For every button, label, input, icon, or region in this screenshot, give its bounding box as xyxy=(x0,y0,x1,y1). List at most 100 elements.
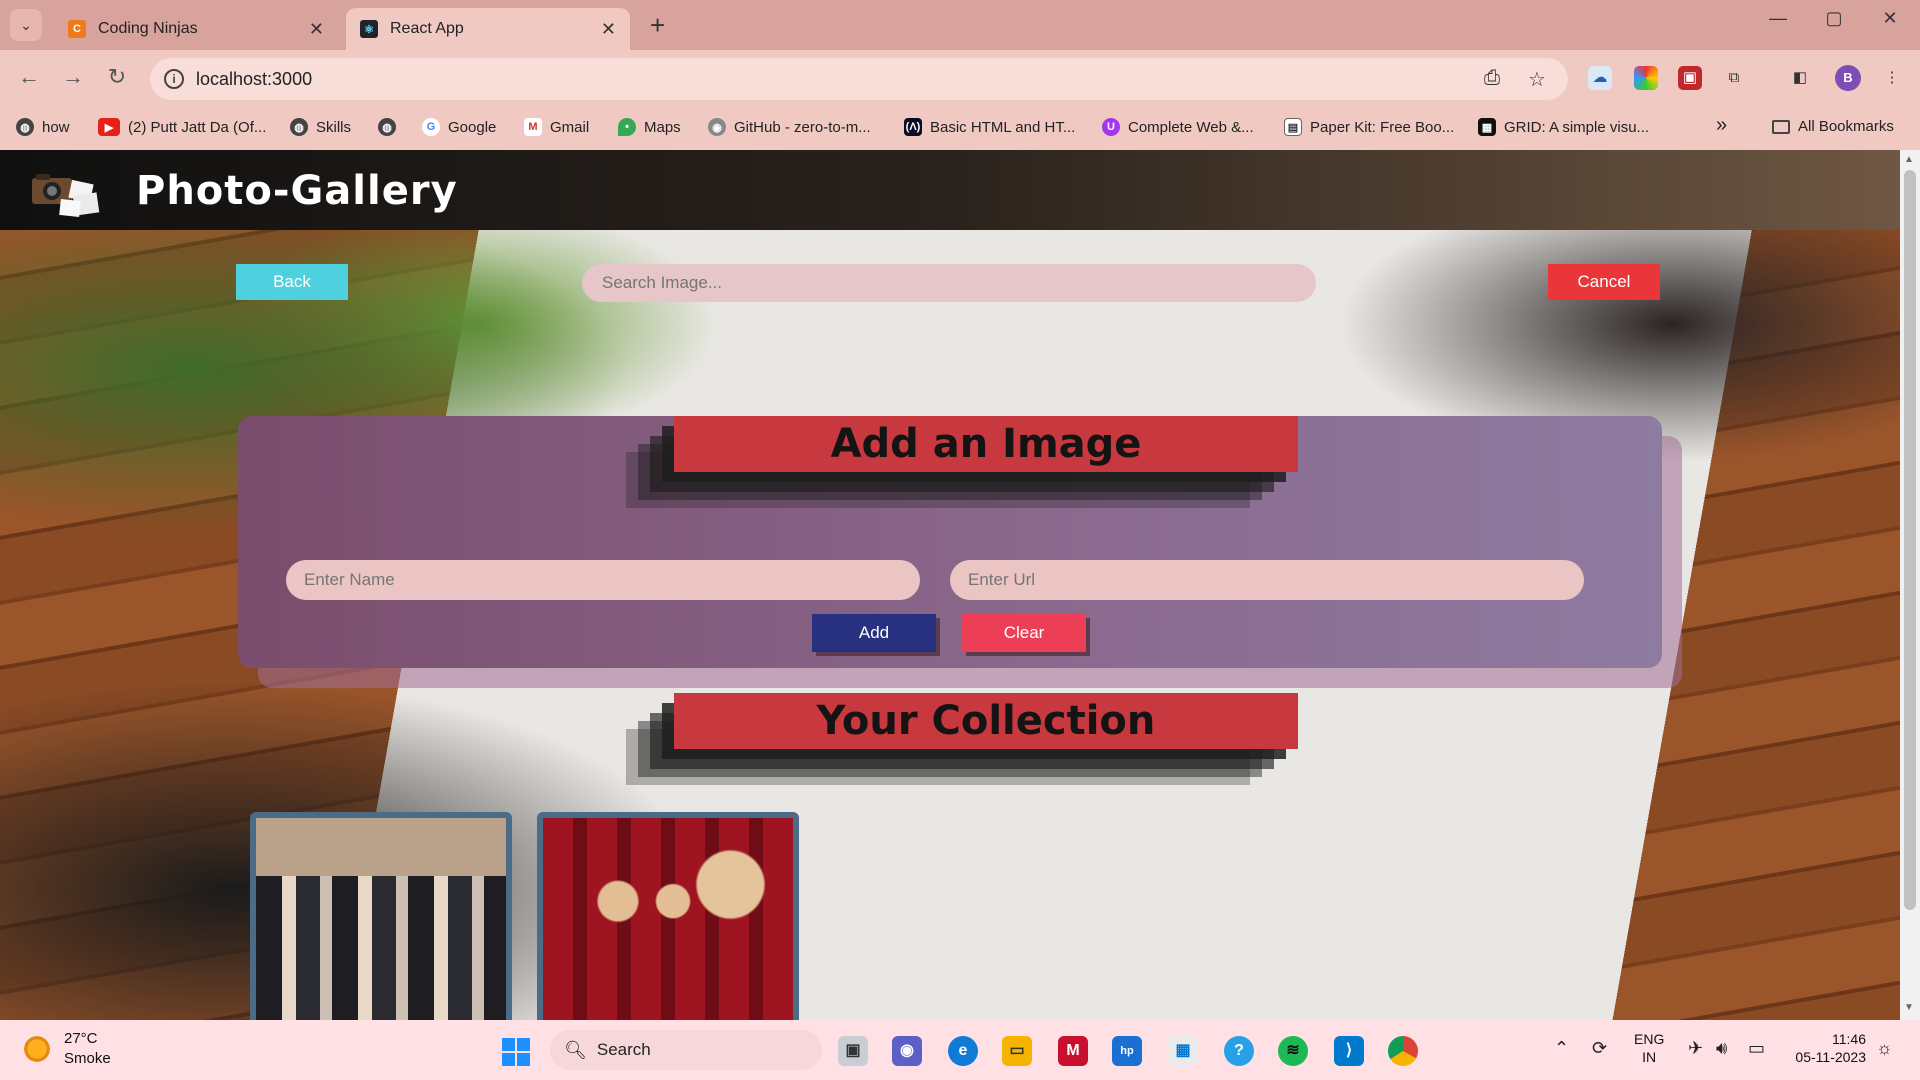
back-arrow-icon[interactable]: ← xyxy=(14,64,44,90)
vscode-icon[interactable]: ⟩ xyxy=(1334,1036,1364,1066)
extension-cloud-icon[interactable]: ☁ xyxy=(1588,66,1612,90)
bookmark-grid[interactable]: ▦ GRID: A simple visu... xyxy=(1478,118,1649,136)
all-bookmarks-label: All Bookmarks xyxy=(1798,118,1894,135)
reload-icon[interactable]: ↻ xyxy=(102,64,132,90)
clock-time: 11:46 xyxy=(1832,1031,1866,1047)
weather-temperature[interactable]: 27°C xyxy=(64,1030,98,1047)
collection-image-card[interactable] xyxy=(250,812,512,1020)
collection-image-card[interactable] xyxy=(537,812,799,1020)
tab-react-app[interactable]: ⚛ React App ✕ xyxy=(346,8,630,50)
task-view-icon[interactable]: ▣ xyxy=(838,1036,868,1066)
all-bookmarks-button[interactable]: All Bookmarks xyxy=(1772,118,1894,135)
udemy-icon: U xyxy=(1102,118,1120,136)
tab-strip: ⌄ C Coding Ninjas ✕ ⚛ React App ✕ + — ▢ … xyxy=(0,0,1920,50)
bookmark-paper-kit[interactable]: ▤ Paper Kit: Free Boo... xyxy=(1284,118,1454,136)
bookmark-gmail[interactable]: M Gmail xyxy=(524,118,589,136)
new-tab-button[interactable]: + xyxy=(650,10,665,40)
extension-red-icon[interactable]: ▣ xyxy=(1678,66,1702,90)
address-bar[interactable]: i localhost:3000 ⎙ ☆ xyxy=(150,58,1568,100)
help-icon[interactable]: ? xyxy=(1224,1036,1254,1066)
bookmark-google[interactable]: G Google xyxy=(422,118,496,136)
google-icon: G xyxy=(422,118,440,136)
clock[interactable]: 11:46 05-11-2023 xyxy=(1786,1030,1866,1066)
minimize-button[interactable]: — xyxy=(1758,8,1798,29)
collection-heading: Your Collection xyxy=(674,693,1298,749)
add-image-heading-block: Add an Image xyxy=(626,416,1298,526)
camera-logo-icon xyxy=(32,174,100,218)
scrollbar-thumb[interactable] xyxy=(1904,170,1916,910)
mcafee-icon[interactable]: M xyxy=(1058,1036,1088,1066)
clear-button[interactable]: Clear xyxy=(962,614,1086,652)
language-indicator[interactable]: ENG IN xyxy=(1634,1030,1664,1066)
bookmark-youtube[interactable]: ▶ (2) Putt Jatt Da (Of... xyxy=(98,118,266,136)
scroll-up-icon[interactable]: ▲ xyxy=(1904,154,1914,165)
forward-arrow-icon[interactable]: → xyxy=(58,64,88,90)
back-button[interactable]: Back xyxy=(236,264,348,300)
taskbar-search-label: Search xyxy=(596,1040,651,1059)
myhp-icon[interactable]: hp xyxy=(1112,1036,1142,1066)
bookmark-globe[interactable]: ◍ xyxy=(378,118,404,136)
show-hidden-icons-chevron[interactable]: ⌃ xyxy=(1554,1038,1569,1059)
tab-search-menu-button[interactable]: ⌄ xyxy=(10,9,42,41)
collection-heading-block: Your Collection xyxy=(626,693,1298,803)
close-window-button[interactable]: ✕ xyxy=(1870,8,1910,29)
bookmark-udemy[interactable]: U Complete Web &... xyxy=(1102,118,1254,136)
search-image-input[interactable] xyxy=(582,264,1316,302)
bookmark-freecodecamp[interactable]: (Λ) Basic HTML and HT... xyxy=(904,118,1075,136)
side-panel-icon[interactable]: ◧ xyxy=(1788,66,1812,90)
edge-icon[interactable]: e xyxy=(948,1036,978,1066)
browser-menu-icon[interactable]: ⋮ xyxy=(1880,66,1904,90)
region-code: IN xyxy=(1642,1049,1657,1065)
battery-icon[interactable]: ▭ xyxy=(1748,1038,1765,1059)
microsoft-store-icon[interactable]: ▦ xyxy=(1168,1036,1198,1066)
site-info-icon[interactable]: i xyxy=(164,69,184,89)
color-picker-extension-icon[interactable] xyxy=(1634,66,1658,90)
spotify-icon[interactable]: ≋ xyxy=(1278,1036,1308,1066)
bookmarks-bar: ◍ how ▶ (2) Putt Jatt Da (Of... ◍ Skills… xyxy=(0,108,1920,150)
page-viewport: Photo-Gallery Back Cancel Add an Image A… xyxy=(0,150,1900,1020)
volume-icon[interactable]: 🔊︎ xyxy=(1716,1038,1727,1059)
windows-start-icon[interactable] xyxy=(502,1038,530,1066)
profile-avatar[interactable]: B xyxy=(1835,65,1861,91)
github-icon: ◉ xyxy=(708,118,726,136)
maximize-button[interactable]: ▢ xyxy=(1814,8,1854,29)
chrome-icon[interactable] xyxy=(1388,1036,1418,1066)
browser-toolbar: ← → ↻ i localhost:3000 ⎙ ☆ ☁ ▣ ⧉ ◧ B ⋮ xyxy=(0,50,1920,108)
bookmark-label: Paper Kit: Free Boo... xyxy=(1310,118,1455,136)
extensions-puzzle-icon[interactable]: ⧉ xyxy=(1722,66,1746,90)
bookmark-label: how xyxy=(42,118,70,136)
tab-coding-ninjas[interactable]: C Coding Ninjas ✕ xyxy=(54,8,338,50)
page-scrollbar[interactable]: ▲ ▼ xyxy=(1900,150,1920,1020)
scroll-down-icon[interactable]: ▼ xyxy=(1904,1002,1914,1013)
weather-sun-icon[interactable] xyxy=(22,1034,52,1064)
install-app-icon[interactable]: ⎙ xyxy=(1484,67,1500,90)
name-input[interactable] xyxy=(286,560,920,600)
globe-icon: ◍ xyxy=(378,118,396,136)
bookmark-how[interactable]: ◍ how xyxy=(16,118,70,136)
globe-icon: ◍ xyxy=(16,118,34,136)
airplane-mode-icon[interactable]: ✈ xyxy=(1688,1038,1703,1059)
address-url[interactable]: localhost:3000 xyxy=(196,69,312,90)
teams-icon[interactable]: ◉ xyxy=(892,1036,922,1066)
maps-icon: • xyxy=(618,118,636,136)
bookmark-skills[interactable]: ◍ Skills xyxy=(290,118,351,136)
tab-close-icon[interactable]: ✕ xyxy=(601,19,616,40)
app-brand-title: Photo-Gallery xyxy=(136,168,458,214)
add-button[interactable]: Add xyxy=(812,614,936,652)
bookmark-star-icon[interactable]: ☆ xyxy=(1528,67,1546,92)
bookmark-maps[interactable]: • Maps xyxy=(618,118,681,136)
file-explorer-icon[interactable]: ▭ xyxy=(1002,1036,1032,1066)
grid-icon: ▦ xyxy=(1478,118,1496,136)
bookmarks-overflow-button[interactable]: » xyxy=(1716,114,1727,137)
url-input[interactable] xyxy=(950,560,1584,600)
bookmark-github[interactable]: ◉ GitHub - zero-to-m... xyxy=(708,118,871,136)
cancel-button[interactable]: Cancel xyxy=(1548,264,1660,300)
bookmark-label: GRID: A simple visu... xyxy=(1504,118,1650,136)
tab-close-icon[interactable]: ✕ xyxy=(309,19,324,40)
sync-icon[interactable]: ⟳ xyxy=(1592,1038,1607,1059)
notifications-icon[interactable]: ☼ xyxy=(1876,1038,1893,1059)
taskbar-search[interactable]: 🔍︎ Search xyxy=(550,1030,822,1070)
bookmark-label: Google xyxy=(448,118,497,136)
folder-icon xyxy=(1772,119,1790,134)
weather-description[interactable]: Smoke xyxy=(64,1050,111,1067)
